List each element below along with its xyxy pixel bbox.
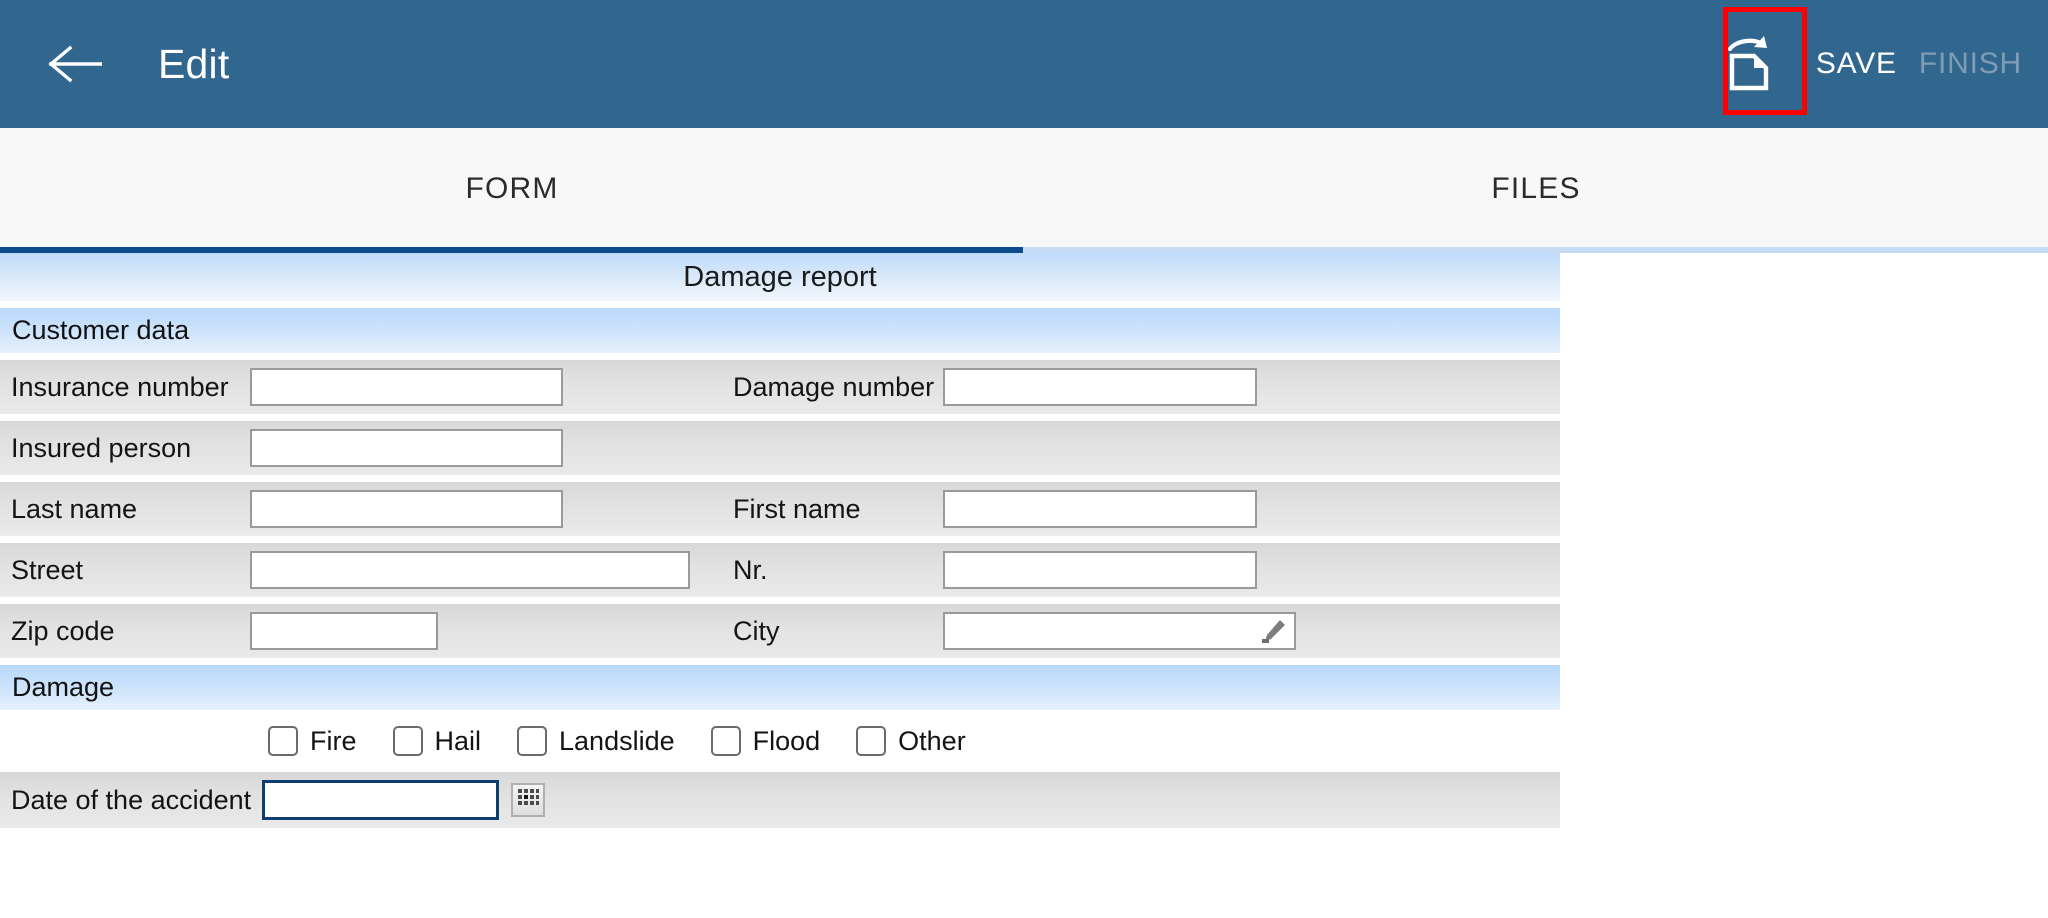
form-row-insurance-number: Insurance number Damage number xyxy=(0,360,1560,414)
checkbox-label-other: Other xyxy=(898,725,966,756)
form-title: Damage report xyxy=(0,253,1560,301)
input-zip-code[interactable] xyxy=(252,614,436,648)
section-header-customer-data: Customer data xyxy=(0,308,1560,353)
calendar-picker-button[interactable] xyxy=(511,783,545,817)
app-root: Edit SAVE FINISH FORM FILES Damage repor… xyxy=(0,0,2048,918)
appbar-actions: SAVE FINISH xyxy=(1718,0,2048,128)
input-city[interactable] xyxy=(945,614,1294,648)
checkbox-item-fire[interactable]: Fire xyxy=(268,726,357,757)
save-button[interactable]: SAVE xyxy=(1816,47,1897,81)
spacer xyxy=(0,475,1560,482)
label-street: Street xyxy=(11,554,84,585)
input-city-wrapper[interactable] xyxy=(943,612,1296,650)
page-title: Edit xyxy=(158,40,230,87)
input-nr-wrapper[interactable] xyxy=(943,551,1257,589)
form-row-insured-person: Insured person xyxy=(0,421,1560,475)
form-row-last-name: Last name First name xyxy=(0,482,1560,536)
label-last-name: Last name xyxy=(11,493,138,524)
section-header-damage: Damage xyxy=(0,665,1560,710)
app-header-bar: Edit SAVE FINISH xyxy=(0,0,2048,128)
input-insurance-number[interactable] xyxy=(252,370,561,404)
input-damage-number-wrapper[interactable] xyxy=(943,368,1257,406)
input-insured-person[interactable] xyxy=(252,431,561,465)
arrow-left-icon xyxy=(48,45,102,83)
form-panel: Damage report Customer data Insurance nu… xyxy=(0,253,1560,828)
checkbox-landslide[interactable] xyxy=(517,726,548,756)
input-last-name-wrapper[interactable] xyxy=(250,490,563,528)
spacer xyxy=(0,301,1560,308)
checkbox-other[interactable] xyxy=(856,726,887,756)
checkbox-flood[interactable] xyxy=(710,726,741,756)
checkbox-fire[interactable] xyxy=(268,726,298,756)
label-city: City xyxy=(733,615,780,646)
spacer xyxy=(0,414,1560,421)
label-damage-number: Damage number xyxy=(733,371,935,402)
label-accident-date: Date of the accident xyxy=(11,784,252,815)
label-insurance-number: Insurance number xyxy=(11,371,229,402)
input-street-wrapper[interactable] xyxy=(250,551,690,589)
input-first-name[interactable] xyxy=(945,492,1255,526)
input-damage-number[interactable] xyxy=(945,370,1255,404)
input-accident-date[interactable] xyxy=(265,783,496,817)
label-first-name: First name xyxy=(733,493,861,524)
tab-form[interactable]: FORM xyxy=(0,128,1024,250)
input-insured-person-wrapper[interactable] xyxy=(250,429,563,467)
input-nr[interactable] xyxy=(945,553,1255,587)
tab-underline-group xyxy=(0,247,2048,253)
tab-files[interactable]: FILES xyxy=(1024,128,2048,250)
document-share-icon xyxy=(1723,32,1775,97)
tab-bar: FORM FILES xyxy=(0,128,2048,250)
spacer xyxy=(0,658,1560,665)
checkbox-item-other[interactable]: Other xyxy=(856,726,966,757)
input-street[interactable] xyxy=(252,553,688,587)
spacer xyxy=(0,597,1560,604)
label-zip-code: Zip code xyxy=(11,615,115,646)
form-row-accident-date: Date of the accident xyxy=(0,772,1560,828)
spacer xyxy=(0,353,1560,360)
checkbox-label-hail: Hail xyxy=(434,725,482,756)
finish-button: FINISH xyxy=(1918,47,2022,80)
document-share-button[interactable] xyxy=(1718,33,1780,95)
label-insured-person: Insured person xyxy=(11,432,192,463)
tab-inactive-indicator xyxy=(1023,247,2048,253)
input-first-name-wrapper[interactable] xyxy=(943,490,1257,528)
calendar-picker-icon xyxy=(516,786,540,815)
back-button[interactable] xyxy=(40,29,110,99)
checkbox-label-fire: Fire xyxy=(310,725,357,756)
form-row-zip-code: Zip code City xyxy=(0,604,1560,658)
spacer xyxy=(0,536,1560,543)
label-nr: Nr. xyxy=(733,554,768,585)
checkbox-item-hail[interactable]: Hail xyxy=(392,725,482,757)
input-last-name[interactable] xyxy=(252,492,561,526)
input-zip-code-wrapper[interactable] xyxy=(250,612,438,650)
input-insurance-number-wrapper[interactable] xyxy=(250,368,563,406)
form-row-street: Street Nr. xyxy=(0,543,1560,597)
input-accident-date-wrapper[interactable] xyxy=(262,780,499,820)
checkbox-label-landslide: Landslide xyxy=(559,725,675,756)
checkbox-hail[interactable] xyxy=(392,726,423,756)
checkbox-item-flood[interactable]: Flood xyxy=(710,725,821,757)
damage-type-checkbox-group: Fire Hail Landslide Flood Other xyxy=(0,710,1560,772)
tab-active-indicator xyxy=(0,247,1023,253)
checkbox-item-landslide[interactable]: Landslide xyxy=(517,726,675,757)
checkbox-label-flood: Flood xyxy=(752,725,821,756)
